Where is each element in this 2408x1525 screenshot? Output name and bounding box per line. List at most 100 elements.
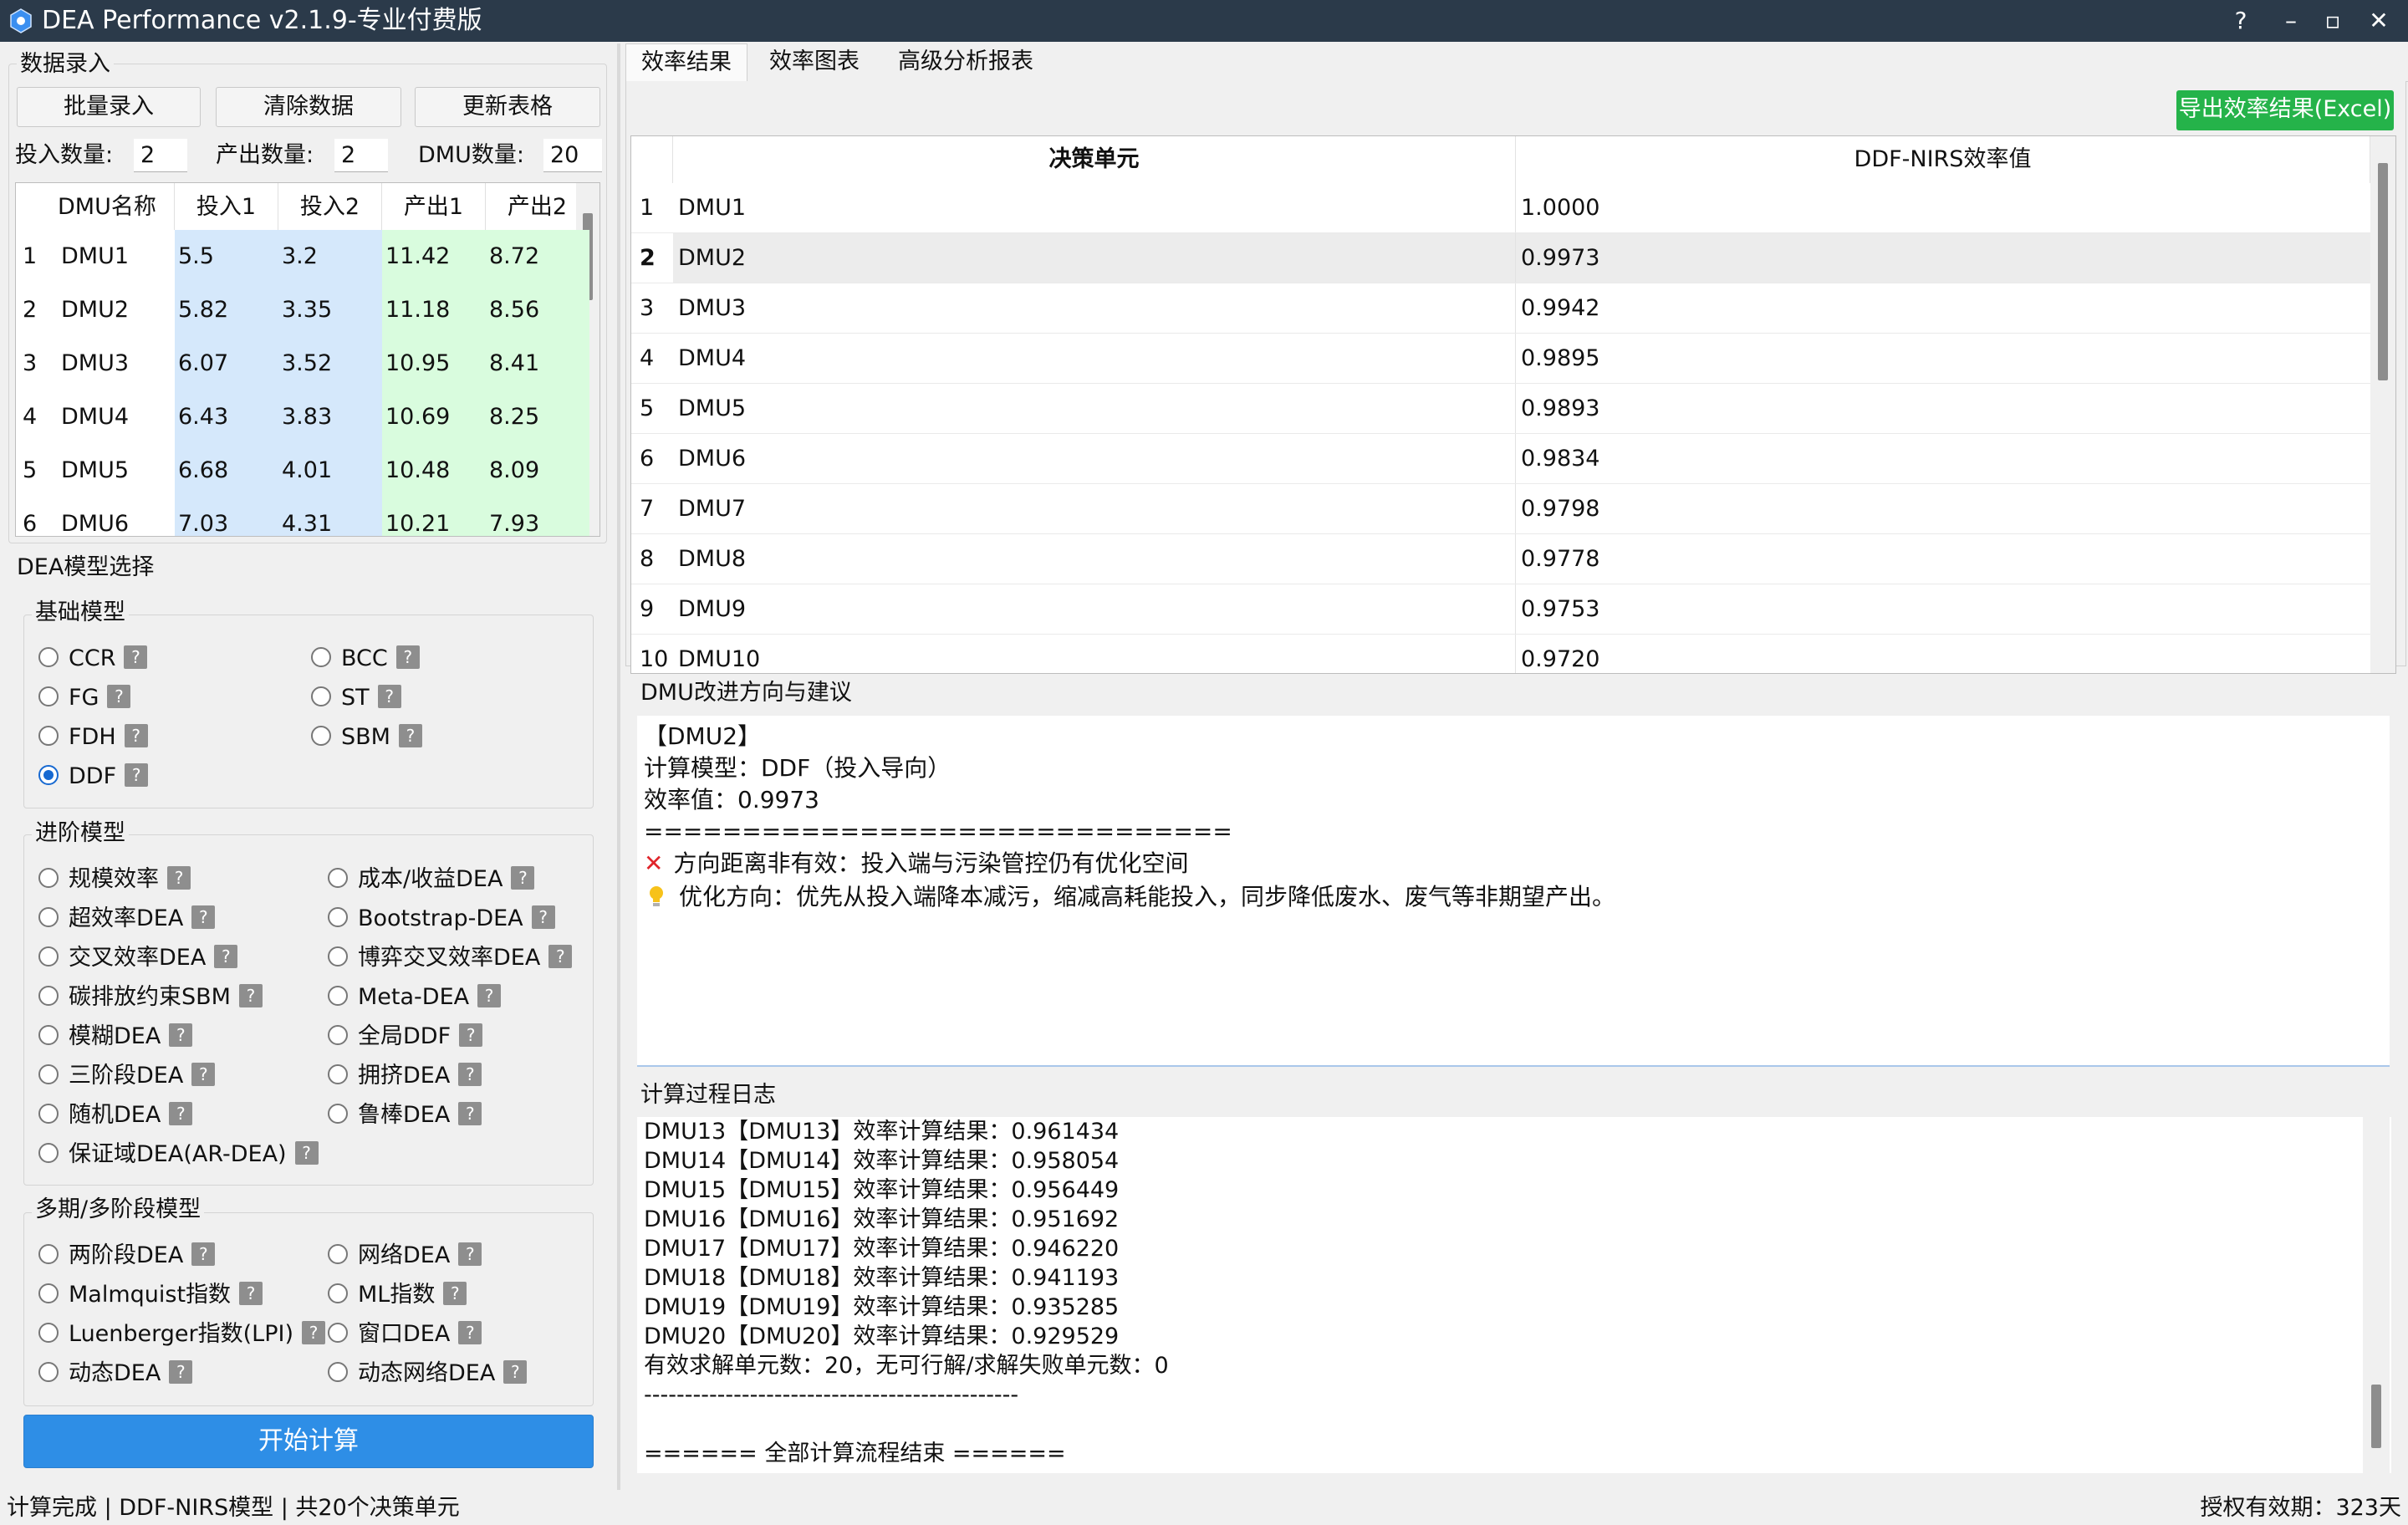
- grid-cell-input2[interactable]: 3.35: [278, 283, 382, 337]
- help-icon[interactable]: ?: [377, 684, 401, 708]
- model-option-advanced-2[interactable]: 超效率DEA?: [38, 902, 216, 936]
- radio-button[interactable]: [38, 985, 59, 1006]
- model-option-multi-2[interactable]: Malmquist指数?: [38, 1278, 263, 1312]
- close-button[interactable]: ✕: [2354, 5, 2404, 37]
- export-excel-button[interactable]: 导出效率结果(Excel): [2176, 90, 2394, 130]
- grid-cell-output1[interactable]: 10.69: [382, 390, 486, 444]
- grid-cell-input2[interactable]: 4.31: [278, 497, 382, 536]
- radio-button[interactable]: [38, 1283, 59, 1303]
- radio-button[interactable]: [38, 764, 59, 785]
- help-icon[interactable]: ?: [477, 983, 502, 1007]
- model-option-advanced-4[interactable]: 交叉效率DEA?: [38, 941, 238, 975]
- radio-button[interactable]: [38, 946, 59, 967]
- results-header-efficiency[interactable]: DDF-NIRS效率值: [1516, 136, 2370, 183]
- grid-cell-input1[interactable]: 7.03: [175, 497, 278, 536]
- radio-button[interactable]: [311, 646, 331, 667]
- maximize-button[interactable]: ▫: [2308, 5, 2358, 37]
- grid-header-input1[interactable]: 投入1: [175, 183, 278, 230]
- results-row[interactable]: 10 DMU10 0.9720: [631, 635, 2370, 673]
- help-icon[interactable]: ?: [398, 723, 422, 747]
- help-icon[interactable]: ?: [548, 944, 573, 968]
- help-button[interactable]: ?: [2216, 5, 2266, 37]
- radio-button[interactable]: [328, 1361, 348, 1382]
- model-option-multi-0[interactable]: 两阶段DEA?: [38, 1239, 216, 1273]
- grid-cell-output1[interactable]: 11.42: [382, 230, 486, 283]
- grid-cell-output1[interactable]: 10.21: [382, 497, 486, 536]
- help-icon[interactable]: ?: [124, 723, 148, 747]
- data-grid[interactable]: DMU名称 投入1 投入2 产出1 产出2 1 DMU1 5.5 3.2 11.42 8.…: [15, 182, 600, 537]
- radio-button[interactable]: [38, 686, 59, 706]
- grid-cell-output2[interactable]: 8.09: [486, 444, 589, 497]
- batch-entry-button[interactable]: 批量录入: [17, 87, 201, 127]
- help-icon[interactable]: ?: [458, 1101, 482, 1125]
- panel-splitter[interactable]: [617, 43, 620, 1490]
- grid-cell-output1[interactable]: 10.48: [382, 444, 486, 497]
- results-row[interactable]: 1 DMU1 1.0000: [631, 183, 2370, 233]
- model-option-basic-4[interactable]: FDH?: [38, 721, 148, 754]
- results-row[interactable]: 9 DMU9 0.9753: [631, 584, 2370, 635]
- radio-button[interactable]: [38, 1063, 59, 1084]
- model-option-basic-6[interactable]: DDF?: [38, 760, 149, 793]
- results-row[interactable]: 5 DMU5 0.9893: [631, 384, 2370, 434]
- model-option-multi-4[interactable]: Luenberger指数(LPI)?: [38, 1318, 325, 1351]
- help-icon[interactable]: ?: [443, 1281, 467, 1305]
- start-calculation-button[interactable]: 开始计算: [23, 1415, 594, 1468]
- model-option-advanced-6[interactable]: 碳排放约束SBM?: [38, 981, 263, 1014]
- help-icon[interactable]: ?: [511, 865, 535, 890]
- results-row[interactable]: 8 DMU8 0.9778: [631, 534, 2370, 584]
- help-icon[interactable]: ?: [214, 944, 238, 968]
- radio-button[interactable]: [38, 1142, 59, 1163]
- grid-cell-output1[interactable]: 10.95: [382, 337, 486, 390]
- model-option-advanced-8[interactable]: 模糊DEA?: [38, 1020, 193, 1053]
- grid-cell-output2[interactable]: 8.25: [486, 390, 589, 444]
- model-option-advanced-12[interactable]: 随机DEA?: [38, 1099, 193, 1132]
- radio-button[interactable]: [328, 1283, 348, 1303]
- radio-button[interactable]: [311, 725, 331, 746]
- radio-button[interactable]: [311, 686, 331, 706]
- radio-button[interactable]: [328, 867, 348, 888]
- help-icon[interactable]: ?: [191, 905, 216, 929]
- grid-cell-output2[interactable]: 8.72: [486, 230, 589, 283]
- grid-cell-output2[interactable]: 8.41: [486, 337, 589, 390]
- grid-cell-input2[interactable]: 4.01: [278, 444, 382, 497]
- grid-cell-input1[interactable]: 6.68: [175, 444, 278, 497]
- radio-button[interactable]: [38, 1103, 59, 1124]
- help-icon[interactable]: ?: [191, 1062, 216, 1086]
- radio-button[interactable]: [38, 1243, 59, 1264]
- model-option-multi-5[interactable]: 窗口DEA?: [328, 1318, 482, 1351]
- grid-cell-dmu-name[interactable]: DMU4: [58, 390, 175, 444]
- model-option-basic-2[interactable]: FG?: [38, 681, 131, 715]
- model-option-basic-5[interactable]: SBM?: [311, 721, 422, 754]
- help-icon[interactable]: ?: [294, 1140, 319, 1165]
- model-option-multi-1[interactable]: 网络DEA?: [328, 1239, 482, 1273]
- grid-header-output2[interactable]: 产出2: [486, 183, 589, 230]
- grid-cell-input2[interactable]: 3.2: [278, 230, 382, 283]
- help-icon[interactable]: ?: [302, 1320, 325, 1344]
- model-option-basic-0[interactable]: CCR?: [38, 642, 148, 676]
- help-icon[interactable]: ?: [169, 1023, 193, 1047]
- help-icon[interactable]: ?: [169, 1359, 193, 1384]
- radio-button[interactable]: [328, 1103, 348, 1124]
- radio-button[interactable]: [38, 1361, 59, 1382]
- help-icon[interactable]: ?: [239, 1281, 263, 1305]
- results-row[interactable]: 6 DMU6 0.9834: [631, 434, 2370, 484]
- results-scrollbar[interactable]: [2370, 136, 2395, 673]
- grid-cell-input1[interactable]: 5.5: [175, 230, 278, 283]
- help-icon[interactable]: ?: [107, 684, 131, 708]
- tab-advanced-report[interactable]: 高级分析报表: [883, 43, 1048, 82]
- model-option-advanced-7[interactable]: Meta-DEA?: [328, 981, 502, 1014]
- radio-button[interactable]: [38, 1024, 59, 1045]
- model-option-basic-1[interactable]: BCC?: [311, 642, 420, 676]
- radio-button[interactable]: [328, 1322, 348, 1343]
- help-icon[interactable]: ?: [503, 1359, 528, 1384]
- radio-button[interactable]: [328, 946, 348, 967]
- help-icon[interactable]: ?: [125, 762, 149, 787]
- grid-header-name[interactable]: DMU名称: [58, 183, 175, 230]
- grid-cell-dmu-name[interactable]: DMU5: [58, 444, 175, 497]
- grid-cell-input1[interactable]: 6.07: [175, 337, 278, 390]
- model-option-advanced-0[interactable]: 规模效率?: [38, 863, 191, 896]
- model-option-advanced-13[interactable]: 鲁棒DEA?: [328, 1099, 482, 1132]
- model-option-advanced-14[interactable]: 保证域DEA(AR-DEA)?: [38, 1138, 319, 1171]
- tab-efficiency-chart[interactable]: 效率图表: [754, 43, 875, 82]
- model-option-multi-7[interactable]: 动态网络DEA?: [328, 1357, 528, 1390]
